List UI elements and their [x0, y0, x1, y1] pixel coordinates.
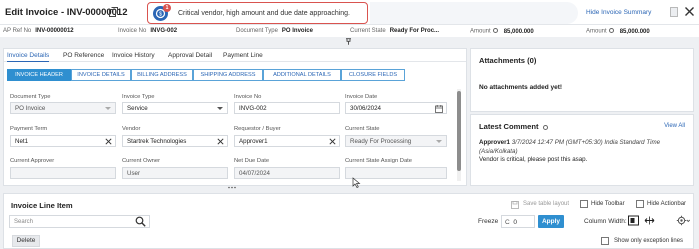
mouse-cursor-icon [352, 177, 361, 188]
save-table-layout[interactable]: Save table layout [523, 201, 569, 207]
apply-button[interactable]: Apply [538, 215, 564, 228]
save-icon [511, 201, 519, 209]
tab-payment-line[interactable]: Payment Line [223, 52, 263, 59]
latest-comment-title: Latest Comment [479, 122, 550, 131]
delete-button[interactable]: Delete [12, 235, 40, 247]
copy-icon[interactable] [109, 7, 118, 17]
attachments-empty-message: No attachments added yet! [479, 84, 563, 91]
clear-icon[interactable] [329, 138, 336, 145]
scrollbar[interactable] [457, 89, 461, 181]
alert-text: Critical vendor, high amount and due dat… [178, 10, 351, 17]
chevron-down-icon [217, 107, 223, 110]
invoice-line-item-card: Invoice Line Item Save table layout Hide… [3, 193, 694, 249]
hide-actionbar-label: Hide Actionbar [647, 201, 687, 207]
comment-author: Approver1 [479, 139, 510, 146]
tab-invoice-header[interactable]: INVOICE HEADER [7, 69, 71, 81]
chevron-down-icon [436, 140, 442, 143]
tab-invoice-history[interactable]: Invoice History [112, 52, 155, 59]
tab-billing-address[interactable]: BILLING ADDRESS [131, 69, 193, 81]
invoice-no-label: Invoice No [234, 94, 262, 100]
document-icon[interactable] [670, 7, 678, 17]
tab-shipping-address[interactable]: SHIPPING ADDRESS [193, 69, 263, 81]
vendor-input[interactable]: Startrek Technologies [122, 135, 228, 147]
net-due-date-input: 04/07/2024 [234, 167, 340, 179]
search-icon[interactable] [135, 216, 146, 227]
summary-document-type: Document Type PO Invoice [236, 28, 313, 34]
tab-approval-detail[interactable]: Approval Detail [168, 52, 212, 59]
invoice-no-input[interactable]: INVG-002 [234, 102, 340, 114]
current-owner-label: Current Owner [122, 158, 161, 164]
document-type-select[interactable]: PO Invoice [10, 102, 116, 114]
summary-amount-base: Amount 85,000.000 [586, 28, 650, 35]
latest-comment-card: Latest Comment View All Approver1 3/7/20… [470, 114, 694, 186]
invoice-date-input[interactable]: 30/06/2024 [345, 102, 447, 114]
tab-closure-fields[interactable]: CLOSURE FIELDS [341, 69, 405, 81]
show-exceptions-checkbox[interactable] [601, 237, 609, 245]
info-icon [492, 28, 498, 33]
primary-tabs: Invoice Details PO Reference Invoice His… [4, 49, 466, 62]
requestor-input[interactable]: Approver1 [234, 135, 340, 147]
requestor-label: Requestor / Buyer [234, 126, 281, 132]
invoice-details-card: Invoice Details PO Reference Invoice His… [3, 48, 467, 186]
expand-columns-icon[interactable] [644, 215, 655, 226]
net-due-date-label: Net Due Date [234, 158, 270, 164]
vendor-label: Vendor [122, 126, 141, 132]
clear-icon[interactable] [105, 138, 112, 145]
summary-ap-ref: AP Ref No INV-00000012 [3, 28, 74, 34]
comment-meta: Approver1 3/7/2024 12:47 PM (GMT+05:30) … [479, 138, 684, 156]
alert-banner[interactable]: $ 1 Critical vendor, high amount and due… [147, 2, 368, 24]
hide-summary-link[interactable]: Hide Invoice Summary [586, 9, 651, 16]
scrollbar-thumb[interactable] [457, 91, 461, 171]
state-assign-date-label: Current State Assign Date [345, 158, 413, 164]
summary-amount: Amount 85,000.000 [470, 28, 534, 35]
fit-columns-icon[interactable] [628, 215, 639, 226]
current-approver-label: Current Approver [10, 158, 55, 164]
clear-icon[interactable] [217, 138, 224, 145]
payment-term-label: Payment Term [10, 126, 48, 132]
show-exceptions-label: Show only exception lines [614, 238, 684, 244]
current-state-select[interactable]: Ready For Processing [345, 135, 447, 147]
comment-body: Vendor is critical, please post this asa… [479, 156, 588, 163]
document-type-label: Document Type [10, 94, 51, 100]
tab-invoice-details-sub[interactable]: INVOICE DETAILS [71, 69, 131, 81]
alert-count-badge: 1 [163, 4, 171, 12]
invoice-date-label: Invoice Date [345, 94, 378, 100]
line-item-title: Invoice Line Item [11, 201, 73, 210]
hide-actionbar-checkbox[interactable] [636, 200, 644, 208]
freeze-label: Freeze [478, 218, 499, 225]
chevron-down-icon [105, 107, 111, 110]
freeze-input[interactable]: C 0 [501, 215, 535, 228]
invoice-type-label: Invoice Type [122, 94, 155, 100]
pin-icon[interactable] [345, 38, 352, 45]
attachments-title: Attachments (0) [479, 56, 537, 65]
hide-toolbar-checkbox[interactable] [580, 200, 588, 208]
tab-additional-details[interactable]: ADDITIONAL DETAILS [263, 69, 341, 81]
svg-text:$: $ [159, 11, 162, 17]
attachments-card: Attachments (0) No attachments added yet… [470, 48, 694, 112]
tab-invoice-details[interactable]: Invoice Details [7, 52, 50, 62]
invoice-summary-row: AP Ref No INV-00000012 Invoice No INVG-002… [0, 25, 699, 37]
gear-icon[interactable] [676, 215, 690, 226]
invoice-type-select[interactable]: Service [122, 102, 228, 114]
hide-toolbar-label: Hide Toolbar [591, 201, 625, 207]
summary-current-state: Current State Ready For Proc... [350, 28, 440, 34]
summary-invoice-no: Invoice No INVG-002 [118, 28, 178, 34]
resize-handle-icon[interactable] [227, 186, 237, 189]
calendar-icon[interactable] [435, 104, 443, 113]
close-icon[interactable] [684, 6, 695, 17]
alert-track [370, 2, 578, 24]
current-owner-input: User [122, 167, 228, 179]
top-bar: Edit Invoice - INV-00000012 $ 1 Critical… [0, 0, 699, 25]
column-width-label: Column Width: [584, 218, 627, 225]
current-state-label: Current State [345, 126, 380, 132]
tab-po-reference[interactable]: PO Reference [63, 52, 104, 59]
payment-term-input[interactable]: Net1 [10, 135, 116, 147]
info-icon[interactable] [542, 124, 548, 130]
search-input[interactable]: Search [9, 215, 150, 228]
info-icon [608, 28, 614, 33]
current-approver-input [10, 167, 116, 179]
view-all-link[interactable]: View All [664, 123, 685, 129]
